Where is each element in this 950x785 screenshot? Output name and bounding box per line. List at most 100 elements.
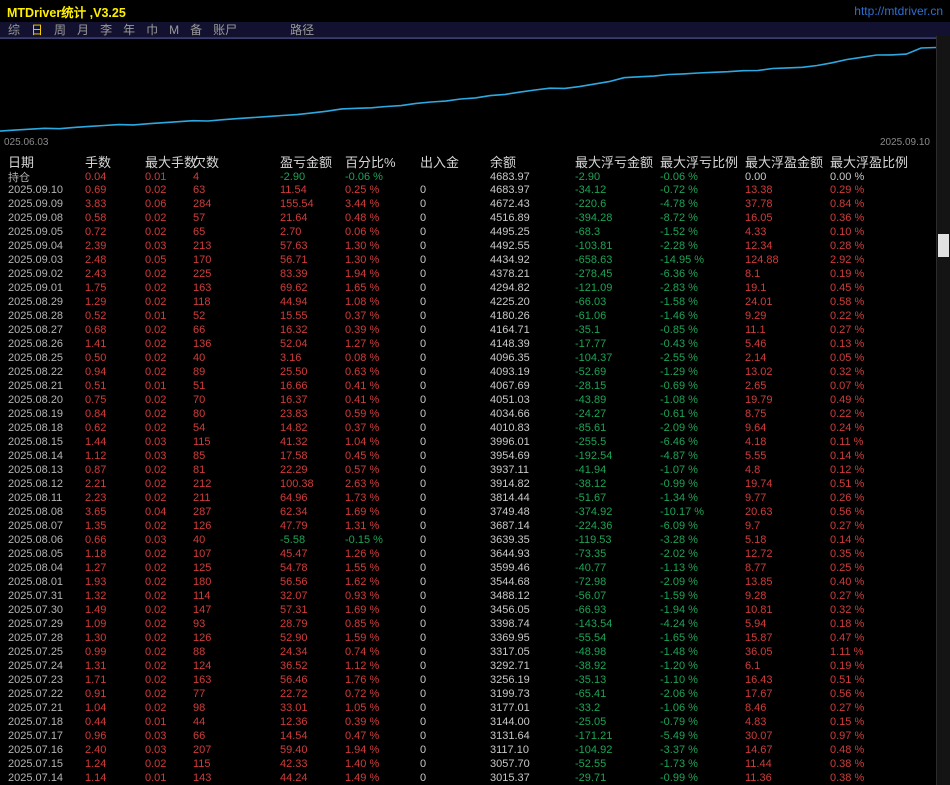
table-row[interactable]: 2025.08.15 1.44 0.03 115 41.32 1.04 % 0 3996.01…: [8, 435, 950, 449]
scrollbar-thumb[interactable]: [938, 234, 949, 257]
cell-pl: 16.32: [280, 324, 308, 336]
cell-pct: -0.15 %: [345, 534, 383, 546]
cell-max-lots: 0.02: [145, 548, 167, 560]
table-row[interactable]: 2025.09.02 2.43 0.02 225 83.39 1.94 % 0 4378.21…: [8, 267, 950, 281]
table-row[interactable]: 2025.08.01 1.93 0.02 180 56.56 1.62 % 0 3544.68…: [8, 575, 950, 589]
cell-balance: 4683.97: [490, 171, 530, 183]
cell-inout: 0: [420, 226, 427, 238]
cell-date: 2025.08.20: [8, 394, 64, 406]
table-row[interactable]: 2025.09.10 0.69 0.02 63 11.54 0.25 % 0 4683.97 -…: [8, 183, 950, 197]
column-header-8: 最大浮亏金额: [575, 155, 654, 170]
menu-item-4[interactable]: 李: [100, 21, 112, 38]
cell-lots: 1.30: [85, 632, 107, 644]
cell-pl: 23.83: [280, 408, 308, 420]
cell-balance: 3292.71: [490, 660, 530, 672]
table-row[interactable]: 2025.09.03 2.48 0.05 170 56.71 1.30 % 0 4434.92…: [8, 253, 950, 267]
table-row[interactable]: 2025.08.19 0.84 0.02 80 23.83 0.59 % 0 4034.66 -…: [8, 407, 950, 421]
menu-item-10[interactable]: 路径: [290, 21, 314, 38]
table-row[interactable]: 2025.09.04 2.39 0.03 213 57.63 1.30 % 0 4492.55…: [8, 239, 950, 253]
table-row[interactable]: 2025.07.28 1.30 0.02 126 52.90 1.59 % 0 3369.95…: [8, 631, 950, 645]
table-row[interactable]: 2025.07.29 1.09 0.02 93 28.79 0.85 % 0 3398.74 -…: [8, 617, 950, 631]
table-row[interactable]: 2025.08.27 0.68 0.02 66 16.32 0.39 % 0 4164.71 -…: [8, 323, 950, 337]
table-row[interactable]: 2025.07.18 0.44 0.01 44 12.36 0.39 % 0 3144.00 -…: [8, 715, 950, 729]
table-row[interactable]: 2025.07.25 0.99 0.02 88 24.34 0.74 % 0 3317.05 -…: [8, 645, 950, 659]
cell-count: 211: [193, 492, 211, 504]
table-header-row: 日期 手数 最大手数 欠数 盈亏金额 百分比% 出入金 余额 最大浮亏金额 最大浮亏比例 最大浮盈金…: [8, 152, 950, 170]
cell-inout: 0: [420, 408, 427, 420]
cell-max-float-loss-pct: -2.55 %: [660, 352, 698, 364]
table-row[interactable]: 2025.08.29 1.29 0.02 118 44.94 1.08 % 0 4225.20…: [8, 295, 950, 309]
table-row[interactable]: 2025.07.30 1.49 0.02 147 57.31 1.69 % 0 3456.05…: [8, 603, 950, 617]
cell-max-float-loss: -48.98: [575, 646, 607, 658]
table-row[interactable]: 2025.08.12 2.21 0.02 212 100.38 2.63 % 0 3914.8…: [8, 477, 950, 491]
cell-max-float-loss-pct: -10.17 %: [660, 506, 705, 518]
cell-max-float-profit: 8.46: [745, 702, 767, 714]
table-row[interactable]: 2025.08.21 0.51 0.01 51 16.66 0.41 % 0 4067.69 -…: [8, 379, 950, 393]
menu-item-6[interactable]: 巾: [146, 21, 158, 38]
table-row[interactable]: 2025.08.25 0.50 0.02 40 3.16 0.08 % 0 4096.35 -1…: [8, 351, 950, 365]
menu-item-9[interactable]: 账尸: [213, 21, 237, 38]
website-link[interactable]: http://mtdriver.cn: [854, 4, 943, 18]
cell-inout: 0: [420, 268, 427, 280]
table-row[interactable]: 2025.07.23 1.71 0.02 163 56.46 1.76 % 0 3256.19…: [8, 673, 950, 687]
cell-max-float-loss-pct: -4.24 %: [660, 618, 698, 630]
table-row[interactable]: 2025.08.05 1.18 0.02 107 45.47 1.26 % 0 3644.93…: [8, 547, 950, 561]
table-row[interactable]: 2025.08.20 0.75 0.02 70 16.37 0.41 % 0 4051.03 -…: [8, 393, 950, 407]
menu-item-1[interactable]: 日: [31, 21, 43, 38]
menu-item-0[interactable]: 综: [8, 21, 20, 38]
cell-pl: 41.32: [280, 436, 308, 448]
table-row[interactable]: 2025.08.18 0.62 0.02 54 14.82 0.37 % 0 4010.83 -…: [8, 421, 950, 435]
cell-max-float-profit: 19.1: [745, 282, 767, 294]
table-row[interactable]: 2025.08.08 3.65 0.04 287 62.34 1.69 % 0 3749.48…: [8, 505, 950, 519]
menu-item-5[interactable]: 年: [123, 21, 135, 38]
table-row[interactable]: 2025.08.07 1.35 0.02 126 47.79 1.31 % 0 3687.14…: [8, 519, 950, 533]
position-row[interactable]: 持仓 0.04 0.01 4 -2.90 -0.06 % 4683.97 -2.90 -0.06…: [8, 169, 950, 184]
table-row[interactable]: 2025.08.28 0.52 0.01 52 15.55 0.37 % 0 4180.26 -…: [8, 309, 950, 323]
table-row[interactable]: 2025.07.24 1.31 0.02 124 36.52 1.12 % 0 3292.71…: [8, 659, 950, 673]
cell-max-float-loss: -66.03: [575, 296, 607, 308]
scrollbar[interactable]: [936, 36, 950, 785]
table-row[interactable]: 2025.08.14 1.12 0.03 85 17.58 0.45 % 0 3954.69 -…: [8, 449, 950, 463]
table-row[interactable]: 2025.08.26 1.41 0.02 136 52.04 1.27 % 0 4148.39…: [8, 337, 950, 351]
cell-max-float-profit-pct: 0.58 %: [830, 296, 865, 308]
cell-lots: 2.48: [85, 254, 107, 266]
table-row[interactable]: 2025.07.14 1.14 0.01 143 44.24 1.49 % 0 3015.37…: [8, 771, 950, 785]
table-row[interactable]: 2025.07.16 2.40 0.03 207 59.40 1.94 % 0 3117.10…: [8, 743, 950, 757]
cell-lots: 0.69: [85, 184, 107, 196]
menu-item-2[interactable]: 周: [54, 21, 66, 38]
table-row[interactable]: 2025.09.05 0.72 0.02 65 2.70 0.06 % 0 4495.25 -6…: [8, 225, 950, 239]
table-row[interactable]: 2025.08.04 1.27 0.02 125 54.78 1.55 % 0 3599.46…: [8, 561, 950, 575]
table-row[interactable]: 2025.07.31 1.32 0.02 114 32.07 0.93 % 0 3488.12…: [8, 589, 950, 603]
table-row[interactable]: 2025.09.09 3.83 0.06 284 155.54 3.44 % 0 4672.4…: [8, 197, 950, 211]
table-row[interactable]: 2025.07.15 1.24 0.02 115 42.33 1.40 % 0 3057.70…: [8, 757, 950, 771]
menu-item-3[interactable]: 月: [77, 21, 89, 38]
cell-max-float-profit: 12.72: [745, 548, 773, 560]
cell-pct: 0.85 %: [345, 618, 380, 630]
cell-lots: 2.23: [85, 492, 107, 504]
table-row[interactable]: 2025.09.01 1.75 0.02 163 69.62 1.65 % 0 4294.82…: [8, 281, 950, 295]
cell-count: 85: [193, 450, 206, 462]
cell-max-lots: 0.02: [145, 590, 167, 602]
cell-lots: 0.72: [85, 226, 107, 238]
cell-max-float-loss-pct: -0.99 %: [660, 772, 698, 784]
table-row[interactable]: 2025.08.11 2.23 0.02 211 64.96 1.73 % 0 3814.44…: [8, 491, 950, 505]
table-row[interactable]: 2025.09.08 0.58 0.02 57 21.64 0.48 % 0 4516.89 -…: [8, 211, 950, 225]
cell-max-float-profit: 30.07: [745, 730, 773, 742]
cell-max-float-loss: -394.28: [575, 212, 613, 224]
table-row[interactable]: 2025.07.21 1.04 0.02 98 33.01 1.05 % 0 3177.01 -…: [8, 701, 950, 715]
table-row[interactable]: 2025.07.22 0.91 0.02 77 22.72 0.72 % 0 3199.73 -…: [8, 687, 950, 701]
cell-max-lots: 0.01: [145, 380, 167, 392]
cell-pl: 45.47: [280, 548, 308, 560]
cell-balance: 3937.11: [490, 464, 529, 476]
cell-max-float-profit-pct: 0.32 %: [830, 604, 865, 616]
table-row[interactable]: 2025.08.06 0.66 0.03 40 -5.58 -0.15 % 0 3639.35…: [8, 533, 950, 547]
cell-pct: 1.69 %: [345, 604, 380, 616]
table-row[interactable]: 2025.08.22 0.94 0.02 89 25.50 0.63 % 0 4093.19 -…: [8, 365, 950, 379]
table-row[interactable]: 2025.07.17 0.96 0.03 66 14.54 0.47 % 0 3131.64 -…: [8, 729, 950, 743]
cell-balance: 3199.73: [490, 688, 530, 700]
cell-inout: 0: [420, 772, 427, 784]
cell-inout: 0: [420, 562, 427, 574]
table-row[interactable]: 2025.08.13 0.87 0.02 81 22.29 0.57 % 0 3937.11 -…: [8, 463, 950, 477]
menu-item-7[interactable]: M: [169, 23, 179, 37]
menu-item-8[interactable]: 备: [190, 21, 202, 38]
